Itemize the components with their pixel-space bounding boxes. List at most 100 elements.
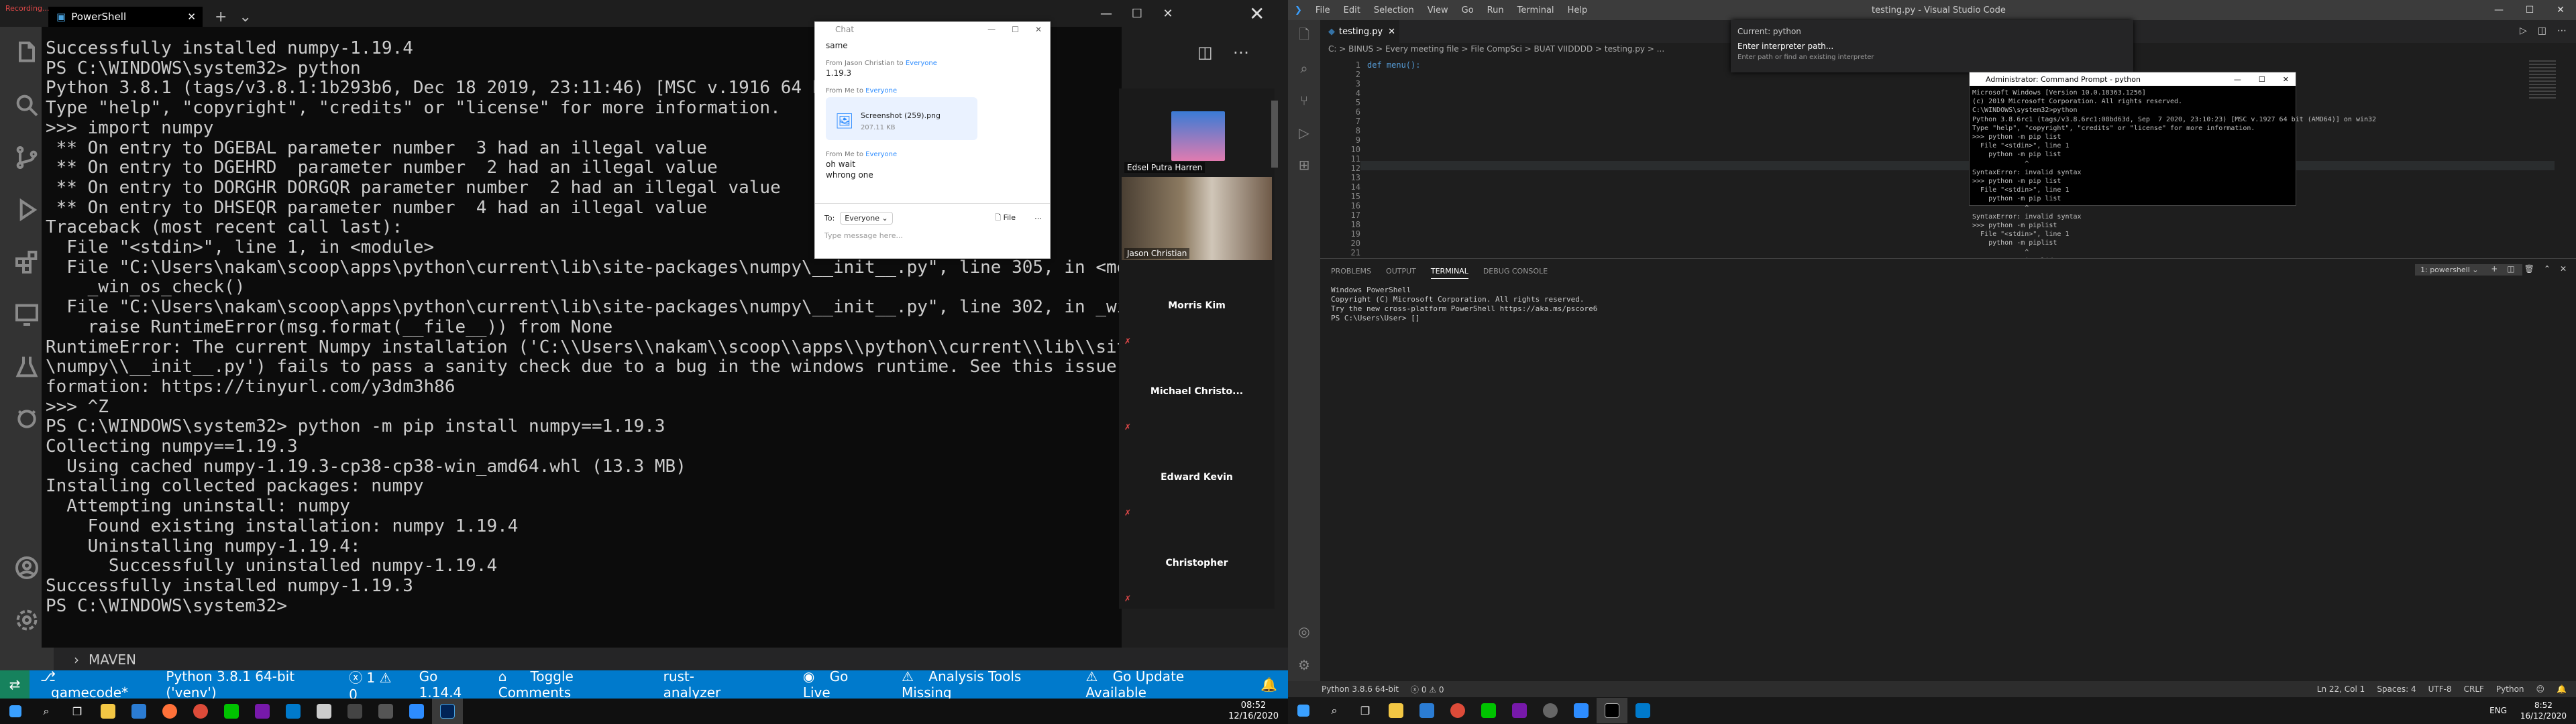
chevron-down-icon[interactable]: ⌄ [239,9,251,25]
menu-item[interactable]: Help [1561,5,1595,15]
close-editor-icon[interactable]: ✕ [1249,3,1265,25]
search-icon[interactable]: ⌕ [31,699,62,724]
menu-item[interactable]: Terminal [1511,5,1561,15]
calculator-icon[interactable] [370,699,401,724]
close-icon[interactable]: ✕ [187,11,196,23]
status-python[interactable]: Python 3.8.1 64-bit ('venv') [155,668,338,701]
close-icon[interactable]: ✕ [2283,75,2289,84]
windows-start-icon[interactable] [0,699,31,724]
split-editor-icon[interactable]: ◫ [2538,25,2546,36]
status-python[interactable]: Python 3.8.6 64-bit [1322,684,1399,694]
maximize-icon[interactable]: ☐ [1012,25,1019,34]
chevron-up-icon[interactable]: ⌃ [2544,264,2551,274]
status-problems[interactable]: ⓧ 0 ⚠ 0 [1411,684,1444,695]
breadcrumb[interactable]: C: > BINUS > Every meeting file > File C… [1328,44,1664,54]
chat-file-attachment[interactable]: 🖼 Screenshot (259).png 207.11 KB [826,97,977,140]
source-control-icon[interactable]: ⑂ [1288,84,1320,117]
status-rust[interactable]: rust-analyzer [653,668,752,701]
notification-bell-icon[interactable]: 🔔 [2557,684,2567,694]
participant-tile[interactable]: Morris Kim ✗ [1122,264,1272,347]
onenote-icon[interactable] [1504,698,1535,723]
split-terminal-icon[interactable]: ◫ [2507,264,2514,274]
mail-icon[interactable] [1411,698,1442,723]
status-analysis[interactable]: ⚠ Analysis Tools Missing [891,668,1075,701]
file-explorer-icon[interactable] [1381,698,1411,723]
participant-tile[interactable]: Michael Christo... ✗ [1122,350,1272,433]
more-actions-icon[interactable]: ⋯ [1233,43,1249,62]
extensions-icon[interactable]: ⊞ [1288,149,1320,181]
status-eol[interactable]: CRLF [2464,684,2484,694]
mail-icon[interactable] [123,699,154,724]
participant-tile[interactable]: Edward Kevin ✗ [1122,436,1272,519]
run-icon[interactable]: ▷ [2520,25,2527,36]
status-branch[interactable]: ⎇ gamecode* [30,668,155,701]
search-icon[interactable]: ⌕ [1288,52,1320,84]
zoom-icon[interactable] [1566,698,1597,723]
clock[interactable]: ENG 8:52 16/12/2020 [2489,700,2576,721]
task-view-icon[interactable]: ❐ [1350,698,1381,723]
maximize-icon[interactable]: ☐ [2514,5,2545,15]
close-window-icon[interactable]: ✕ [1152,7,1183,21]
clock[interactable]: 08:52 12/16/2020 [1228,701,1288,722]
onenote-icon[interactable] [247,699,278,724]
file-button[interactable]: 🗋 File [995,212,1016,225]
status-toggle-comments[interactable]: ⌂ Toggle Comments [488,668,653,701]
new-terminal-icon[interactable]: + [2491,264,2498,274]
new-tab-icon[interactable]: + [215,9,227,25]
panel-tab[interactable]: Debug Console [1483,267,1548,279]
close-window-icon[interactable]: ✕ [2545,5,2576,15]
gear-icon[interactable]: ⚙ [1288,657,1320,673]
run-debug-icon[interactable]: ▷ [1288,117,1320,149]
vscode-icon[interactable] [278,699,309,724]
maximize-icon[interactable]: ☐ [2259,75,2265,84]
minimize-icon[interactable]: — [1091,7,1122,21]
status-problems[interactable]: ⓧ 1 ⚠ 0 [338,667,409,703]
task-view-icon[interactable]: ❐ [62,699,93,724]
accounts-icon[interactable]: ◎ [1288,623,1320,640]
line-icon[interactable] [216,699,247,724]
powershell-taskbar-icon[interactable] [432,699,463,724]
menu-item[interactable]: View [1421,5,1455,15]
app-icon[interactable] [309,699,339,724]
notification-bell-icon[interactable]: 🔔 [1250,676,1288,692]
status-go-update[interactable]: ⚠ Go Update Available [1075,668,1250,701]
remote-icon[interactable]: ⇄ [0,670,30,699]
maximize-icon[interactable]: ☐ [1122,7,1152,21]
participant-tile[interactable]: Edsel Putra Harren [1122,91,1272,174]
status-position[interactable]: Ln 22, Col 1 [2317,684,2365,694]
cmd-taskbar-icon[interactable] [1597,698,1627,723]
status-go-version[interactable]: Go 1.14.4 [409,668,488,701]
status-encoding[interactable]: UTF-8 [2428,684,2452,694]
status-spaces[interactable]: Spaces: 4 [2377,684,2416,694]
chat-message-input[interactable]: Type message here... [824,231,1040,240]
menu-item[interactable]: Edit [1337,5,1367,15]
panel-tab[interactable]: Output [1386,267,1416,279]
line-icon[interactable] [1473,698,1504,723]
status-go-live[interactable]: ◉ Go Live [792,668,891,701]
close-icon[interactable]: ✕ [1388,27,1395,37]
code-line[interactable]: def menu(): [1367,60,1420,70]
windows-start-icon[interactable] [1288,698,1319,723]
split-editor-icon[interactable]: ◫ [1197,43,1213,62]
minimize-icon[interactable]: — [2483,5,2514,15]
participant-tile[interactable]: Jason Christian [1122,177,1272,260]
minimize-icon[interactable]: — [2234,75,2241,84]
zoom-icon[interactable] [401,699,432,724]
tab-testing-py[interactable]: ◆ testing.py ✕ [1320,20,1399,43]
explorer-icon[interactable]: 🗋 [1288,20,1320,52]
menu-item[interactable]: Selection [1367,5,1421,15]
panel-tab[interactable]: Problems [1331,267,1371,279]
palette-item[interactable]: Enter interpreter path... [1737,39,2127,54]
file-explorer-icon[interactable] [93,699,123,724]
more-actions-icon[interactable]: ⋯ [2557,25,2567,36]
scrollbar[interactable] [1271,101,1278,168]
menu-item[interactable]: Run [1481,5,1511,15]
terminal-icon[interactable] [339,699,370,724]
participant-tile[interactable]: Christopher ✗ [1122,522,1272,605]
close-icon[interactable]: ✕ [1035,25,1042,34]
firefox-icon[interactable] [154,699,185,724]
trash-icon[interactable]: 🗑 [2524,264,2534,274]
status-language[interactable]: Python [2496,684,2524,694]
recipient-select[interactable]: Everyone ⌄ [840,212,893,225]
vscode-icon[interactable] [1627,698,1658,723]
